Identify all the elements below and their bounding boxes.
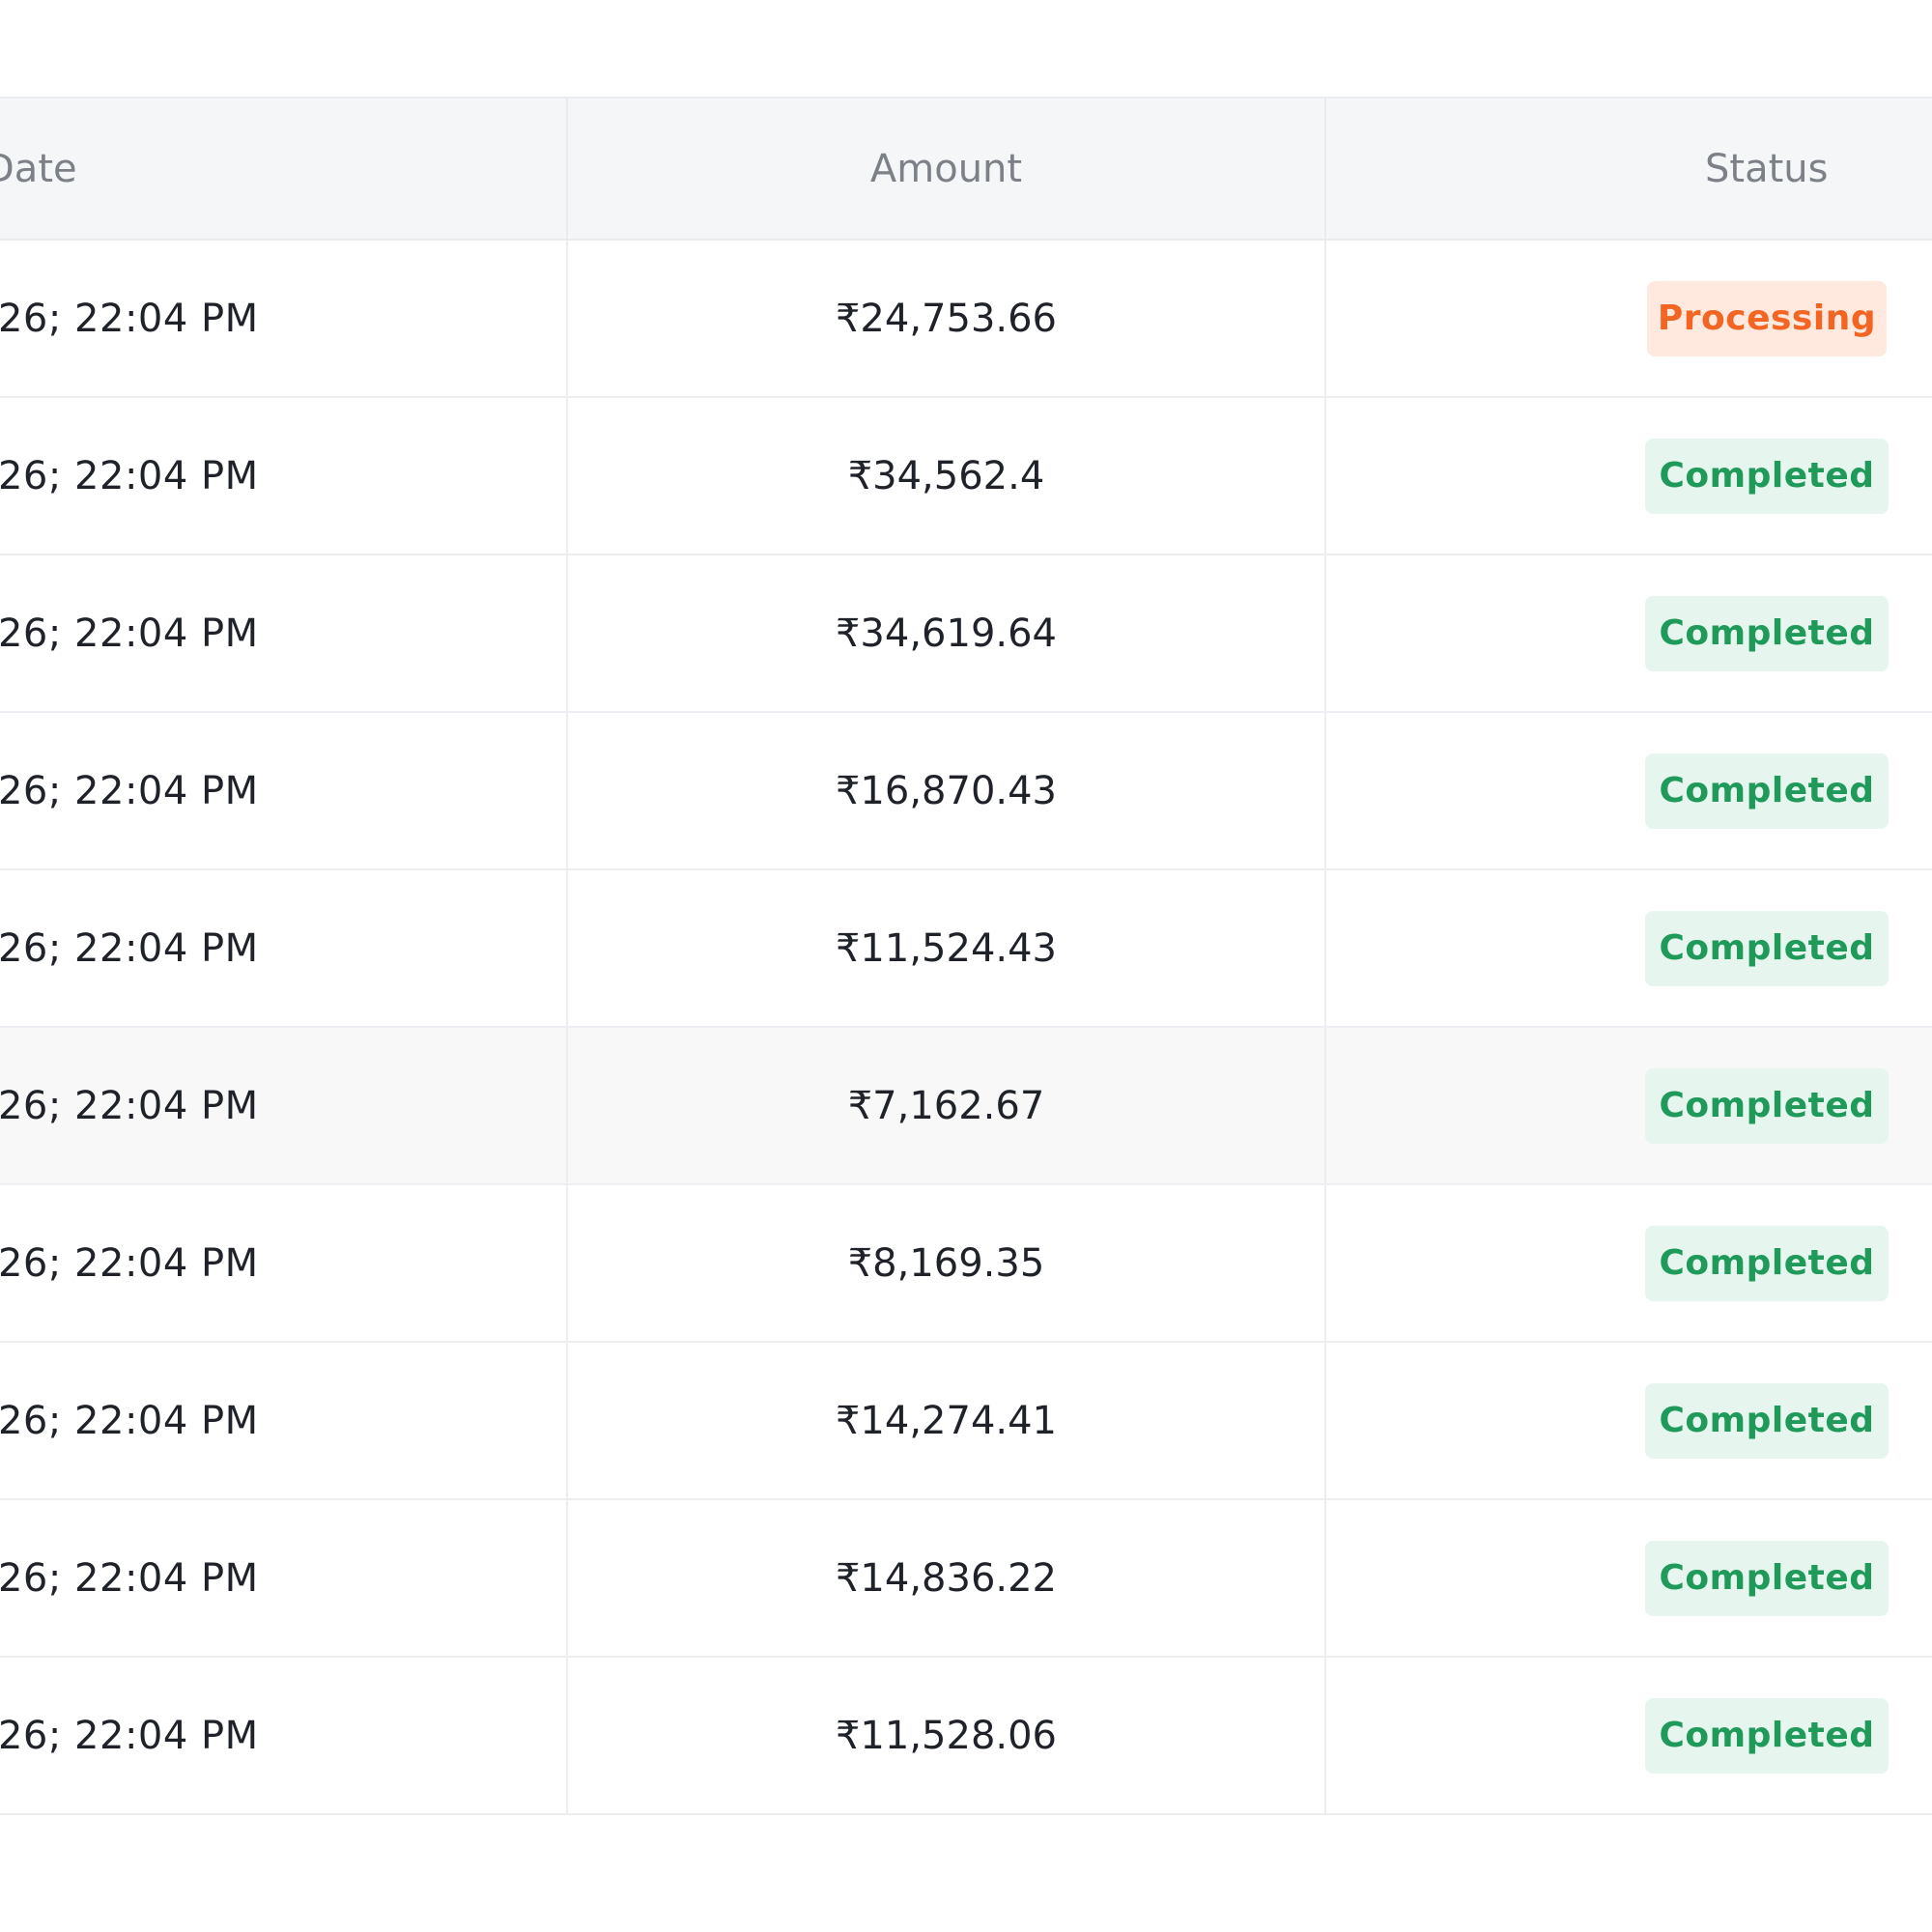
cell-status: Completed: [1325, 554, 1932, 712]
cell-date: 026; 22:04 PM: [0, 1657, 568, 1814]
cell-status: Completed: [1325, 712, 1932, 869]
cell-date-text: 026; 22:04 PM: [0, 1555, 259, 1601]
cell-amount: ₹34,619.64: [567, 554, 1326, 712]
status-badge: Completed: [1645, 438, 1889, 514]
table-row[interactable]: 026; 22:04 PM ₹24,753.66 Processing: [0, 240, 1932, 397]
cell-date-text: 026; 22:04 PM: [0, 1398, 259, 1443]
cell-status: Processing: [1325, 240, 1932, 397]
cell-date-text: 026; 22:04 PM: [0, 925, 259, 971]
cell-date: 026; 22:04 PM: [0, 1184, 568, 1342]
table-body: 026; 22:04 PM ₹24,753.66 Processing 026;…: [0, 240, 1932, 1814]
cell-amount: ₹16,870.43: [567, 712, 1326, 869]
cell-date-text: 026; 22:04 PM: [0, 768, 259, 813]
cell-amount: ₹11,524.43: [567, 869, 1326, 1027]
cell-amount: ₹34,562.4: [567, 397, 1326, 554]
cell-date-text: 026; 22:04 PM: [0, 453, 259, 498]
column-header-date-label: Date: [0, 146, 77, 191]
column-header-amount[interactable]: Amount: [567, 98, 1326, 240]
cell-date: 026; 22:04 PM: [0, 397, 568, 554]
cell-status: Completed: [1325, 397, 1932, 554]
cell-amount: ₹11,528.06: [567, 1657, 1326, 1814]
table-row[interactable]: 026; 22:04 PM ₹34,619.64 Completed: [0, 554, 1932, 712]
transactions-table: Date Amount Status 026; 22:04 PM ₹24,753…: [0, 97, 1932, 1815]
column-header-amount-label: Amount: [869, 146, 1023, 191]
cell-date: 026; 22:04 PM: [0, 1027, 568, 1184]
table-row[interactable]: 026; 22:04 PM ₹14,836.22 Completed: [0, 1499, 1932, 1657]
cell-date-text: 026; 22:04 PM: [0, 296, 259, 341]
table-header-row: Date Amount Status: [0, 98, 1932, 240]
column-header-status-label: Status: [1705, 146, 1829, 191]
cell-date: 026; 22:04 PM: [0, 712, 568, 869]
status-badge: Completed: [1645, 1540, 1889, 1616]
cell-date-text: 026; 22:04 PM: [0, 1240, 259, 1286]
cell-status: Completed: [1325, 1027, 1932, 1184]
table-row[interactable]: 026; 22:04 PM ₹16,870.43 Completed: [0, 712, 1932, 869]
column-header-date[interactable]: Date: [0, 98, 568, 240]
status-badge: Completed: [1645, 1382, 1889, 1459]
table-row-hovered[interactable]: 026; 22:04 PM ₹7,162.67 Completed: [0, 1027, 1932, 1184]
cell-date: 026; 22:04 PM: [0, 869, 568, 1027]
cell-date-text: 026; 22:04 PM: [0, 1083, 259, 1128]
status-badge: Completed: [1645, 1067, 1889, 1144]
cell-date: 026; 22:04 PM: [0, 1342, 568, 1499]
cell-date-text: 026; 22:04 PM: [0, 1713, 259, 1758]
table-row[interactable]: 026; 22:04 PM ₹11,528.06 Completed: [0, 1657, 1932, 1814]
status-badge: Completed: [1645, 595, 1889, 671]
status-badge: Processing: [1647, 280, 1887, 356]
status-badge: Completed: [1645, 910, 1889, 986]
cell-date: 026; 22:04 PM: [0, 240, 568, 397]
table-row[interactable]: 026; 22:04 PM ₹34,562.4 Completed: [0, 397, 1932, 554]
transactions-table-container: Date Amount Status 026; 22:04 PM ₹24,753…: [0, 97, 1932, 1815]
cell-status: Completed: [1325, 1184, 1932, 1342]
cell-status: Completed: [1325, 1657, 1932, 1814]
table-header: Date Amount Status: [0, 98, 1932, 240]
column-header-status[interactable]: Status: [1325, 98, 1932, 240]
cell-amount: ₹14,274.41: [567, 1342, 1326, 1499]
cell-amount: ₹24,753.66: [567, 240, 1326, 397]
cell-date: 026; 22:04 PM: [0, 1499, 568, 1657]
cell-date: 026; 22:04 PM: [0, 554, 568, 712]
cell-status: Completed: [1325, 1499, 1932, 1657]
status-badge: Completed: [1645, 753, 1889, 829]
status-badge: Completed: [1645, 1697, 1889, 1774]
table-row[interactable]: 026; 22:04 PM ₹8,169.35 Completed: [0, 1184, 1932, 1342]
cell-amount: ₹7,162.67: [567, 1027, 1326, 1184]
cell-date-text: 026; 22:04 PM: [0, 611, 259, 656]
cell-amount: ₹8,169.35: [567, 1184, 1326, 1342]
cell-status: Completed: [1325, 869, 1932, 1027]
status-badge: Completed: [1645, 1225, 1889, 1301]
table-row[interactable]: 026; 22:04 PM ₹14,274.41 Completed: [0, 1342, 1932, 1499]
cell-amount: ₹14,836.22: [567, 1499, 1326, 1657]
table-row[interactable]: 026; 22:04 PM ₹11,524.43 Completed: [0, 869, 1932, 1027]
cell-status: Completed: [1325, 1342, 1932, 1499]
